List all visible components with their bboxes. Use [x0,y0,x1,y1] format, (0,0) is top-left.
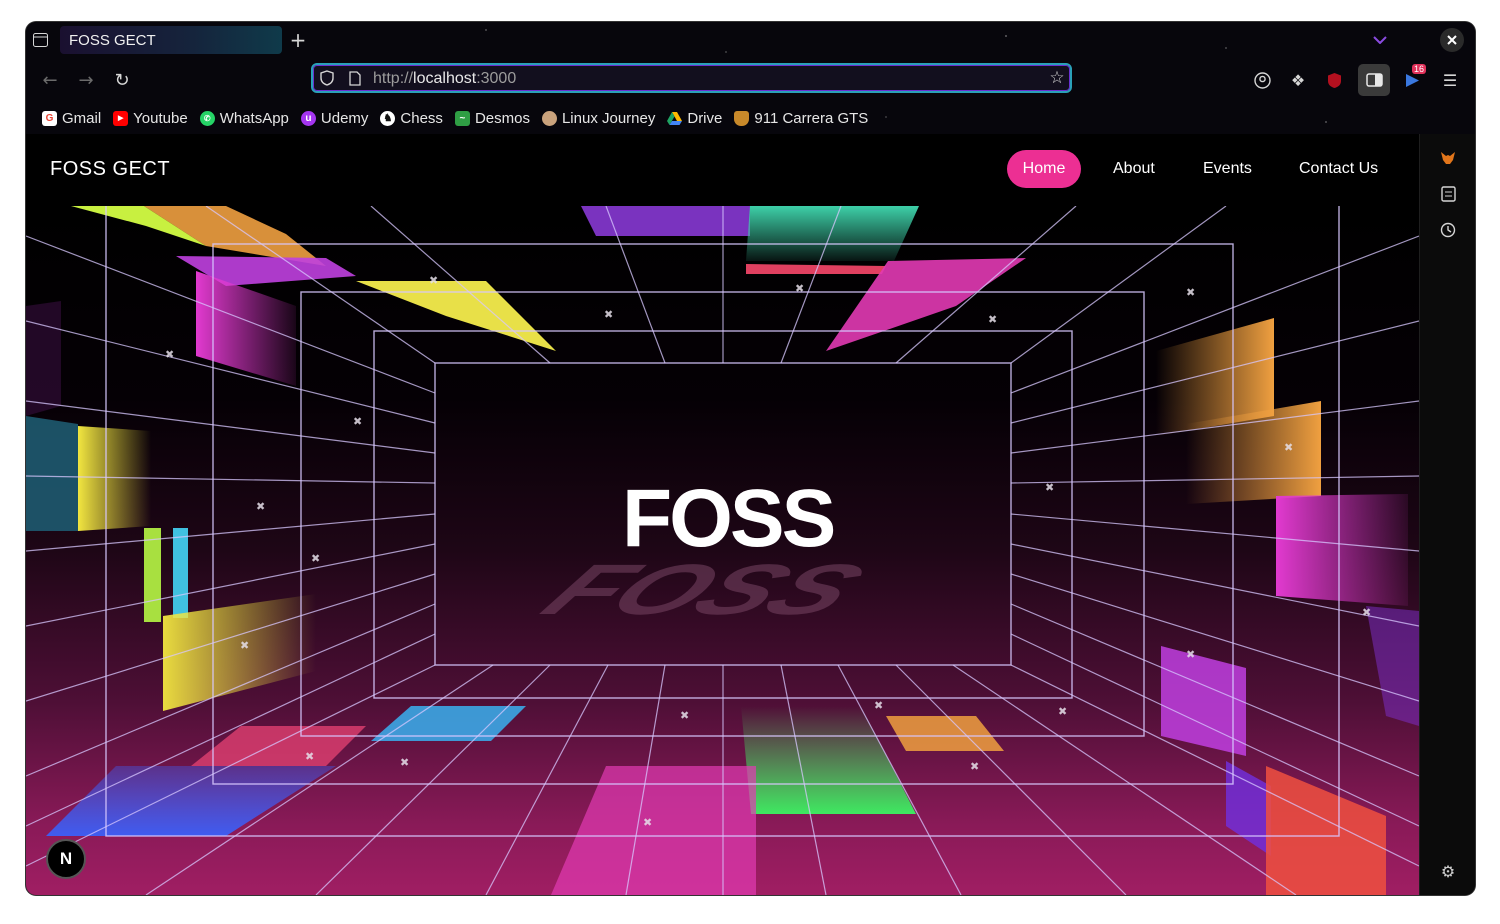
bookmark-label: WhatsApp [219,109,289,127]
bookmark-drive[interactable]: Drive [667,110,722,127]
bookmark-label: 911 Carrera GTS [754,109,869,127]
nav-events[interactable]: Events [1187,150,1268,188]
web-page: FOSS GECT Home About Events Contact Us ✖… [26,134,1419,895]
bookmark-star-icon[interactable]: ☆ [1048,68,1066,88]
bookmark-linux-journey[interactable]: Linux Journey [541,109,656,127]
svg-text:✖: ✖ [240,639,249,652]
bookmarks-panel-icon[interactable] [1438,184,1458,204]
nextjs-dev-indicator[interactable]: N [46,839,86,879]
chess-icon: ♞ [380,110,396,126]
svg-text:✖: ✖ [604,308,613,321]
bookmark-whatsapp[interactable]: ✆ WhatsApp [199,109,289,127]
youtube-icon: ▶ [113,110,129,126]
linux-journey-icon [541,110,557,126]
drive-icon [667,111,683,126]
svg-text:✖: ✖ [429,274,438,287]
url-port: :3000 [476,70,517,87]
url-host: localhost [413,70,477,87]
svg-text:✖: ✖ [165,348,174,361]
svg-text:✖: ✖ [1186,286,1195,299]
reload-icon[interactable]: ↻ [111,70,133,91]
hero-title-reflection: FOSS [524,549,882,630]
porsche-icon [734,110,750,126]
menu-hamburger-icon[interactable]: ☰ [1440,70,1460,90]
bookmark-label: Linux Journey [561,109,656,127]
svg-text:✖: ✖ [1284,441,1293,454]
nav-contact-us[interactable]: Contact Us [1283,150,1394,188]
url-bar[interactable]: http://localhost:3000 ☆ [311,63,1072,93]
extension-badge: 16 [1412,64,1427,74]
url-text: http://localhost:3000 [373,70,516,88]
bookmark-label: Drive [687,109,723,127]
tab-title: FOSS GECT [69,31,156,49]
site-brand[interactable]: FOSS GECT [50,158,170,181]
desmos-icon: ~ [454,110,470,126]
sidebar-toggle-icon[interactable] [30,30,50,50]
bookmark-label: Youtube [133,109,188,127]
svg-text:✖: ✖ [1058,705,1067,718]
svg-text:✖: ✖ [311,552,320,565]
svg-text:✖: ✖ [400,756,409,769]
svg-text:✖: ✖ [643,816,652,829]
bookmark-label: Chess [400,109,443,127]
hero-title: FOSS [622,473,836,564]
metamask-icon[interactable] [1438,148,1458,168]
svg-text:✖: ✖ [353,415,362,428]
nav-about[interactable]: About [1097,150,1171,188]
bookmark-chess[interactable]: ♞ Chess [380,110,443,127]
bookmark-udemy[interactable]: u Udemy [300,109,369,127]
svg-text:✖: ✖ [795,282,804,295]
tab-bar: FOSS GECT + [26,22,1475,58]
tab-list-chevron-icon[interactable] [1370,30,1390,50]
svg-text:✖: ✖ [1362,606,1371,619]
account-icon[interactable] [1252,70,1272,90]
svg-text:✖: ✖ [988,313,997,326]
browser-sidebar: ⚙ [1419,134,1475,895]
bookmarks-bar: G Gmail ▶ Youtube ✆ WhatsApp u Udemy ♞ Chess … [26,104,1475,132]
tab-foss-gect[interactable]: FOSS GECT [60,26,282,54]
history-clock-icon[interactable] [1438,220,1458,240]
svg-text:✖: ✖ [874,699,883,712]
svg-text:✖: ✖ [256,500,265,513]
bookmark-911-carrera-gts[interactable]: 911 Carrera GTS [734,110,868,127]
close-window-icon[interactable] [1440,28,1464,52]
svg-text:✖: ✖ [305,750,314,763]
gmail-icon: G [42,110,57,126]
browser-chrome: FOSS GECT + ← → ↻ http://localhost:3000 [26,22,1475,134]
shield-icon[interactable] [319,70,335,86]
svg-text:✖: ✖ [1186,648,1195,661]
new-tab-icon[interactable]: + [288,28,308,52]
bookmark-youtube[interactable]: ▶ Youtube [113,110,188,127]
svg-text:✖: ✖ [680,709,689,722]
ublock-icon[interactable] [1324,70,1344,90]
bookmark-gmail[interactable]: G Gmail [42,110,101,127]
bookmark-label: Desmos [474,109,530,127]
bookmark-label: Udemy [320,109,369,127]
extensions-puzzle-icon[interactable]: ❖ [1288,70,1308,90]
navigation-toolbar: ← → ↻ http://localhost:3000 ☆ ❖ 16 ☰ [26,60,1475,100]
svg-text:✖: ✖ [1045,481,1054,494]
settings-gear-icon[interactable]: ⚙ [1438,861,1458,881]
bookmark-desmos[interactable]: ~ Desmos [454,109,530,127]
url-scheme: http:// [373,70,414,87]
flag-extension-icon[interactable]: 16 [1402,64,1427,90]
browser-window: FOSS GECT + ← → ↻ http://localhost:3000 [26,22,1475,895]
site-navbar: FOSS GECT Home About Events Contact Us [26,134,1419,206]
sidebar-view-icon[interactable] [1358,64,1390,96]
forward-arrow-icon[interactable]: → [75,70,97,91]
nav-home[interactable]: Home [1007,150,1081,188]
svg-text:✖: ✖ [970,760,979,773]
whatsapp-icon: ✆ [199,110,215,126]
hero-section: ✖ ✖ ✖ ✖ ✖ ✖ ✖ ✖ ✖ ✖ ✖ ✖ ✖ ✖ ✖ ✖ ✖ ✖ ✖ ✖ … [26,206,1419,895]
bookmark-label: Gmail [62,109,102,127]
udemy-icon: u [300,110,316,126]
page-info-icon[interactable] [347,70,363,86]
back-arrow-icon[interactable]: ← [39,70,61,91]
